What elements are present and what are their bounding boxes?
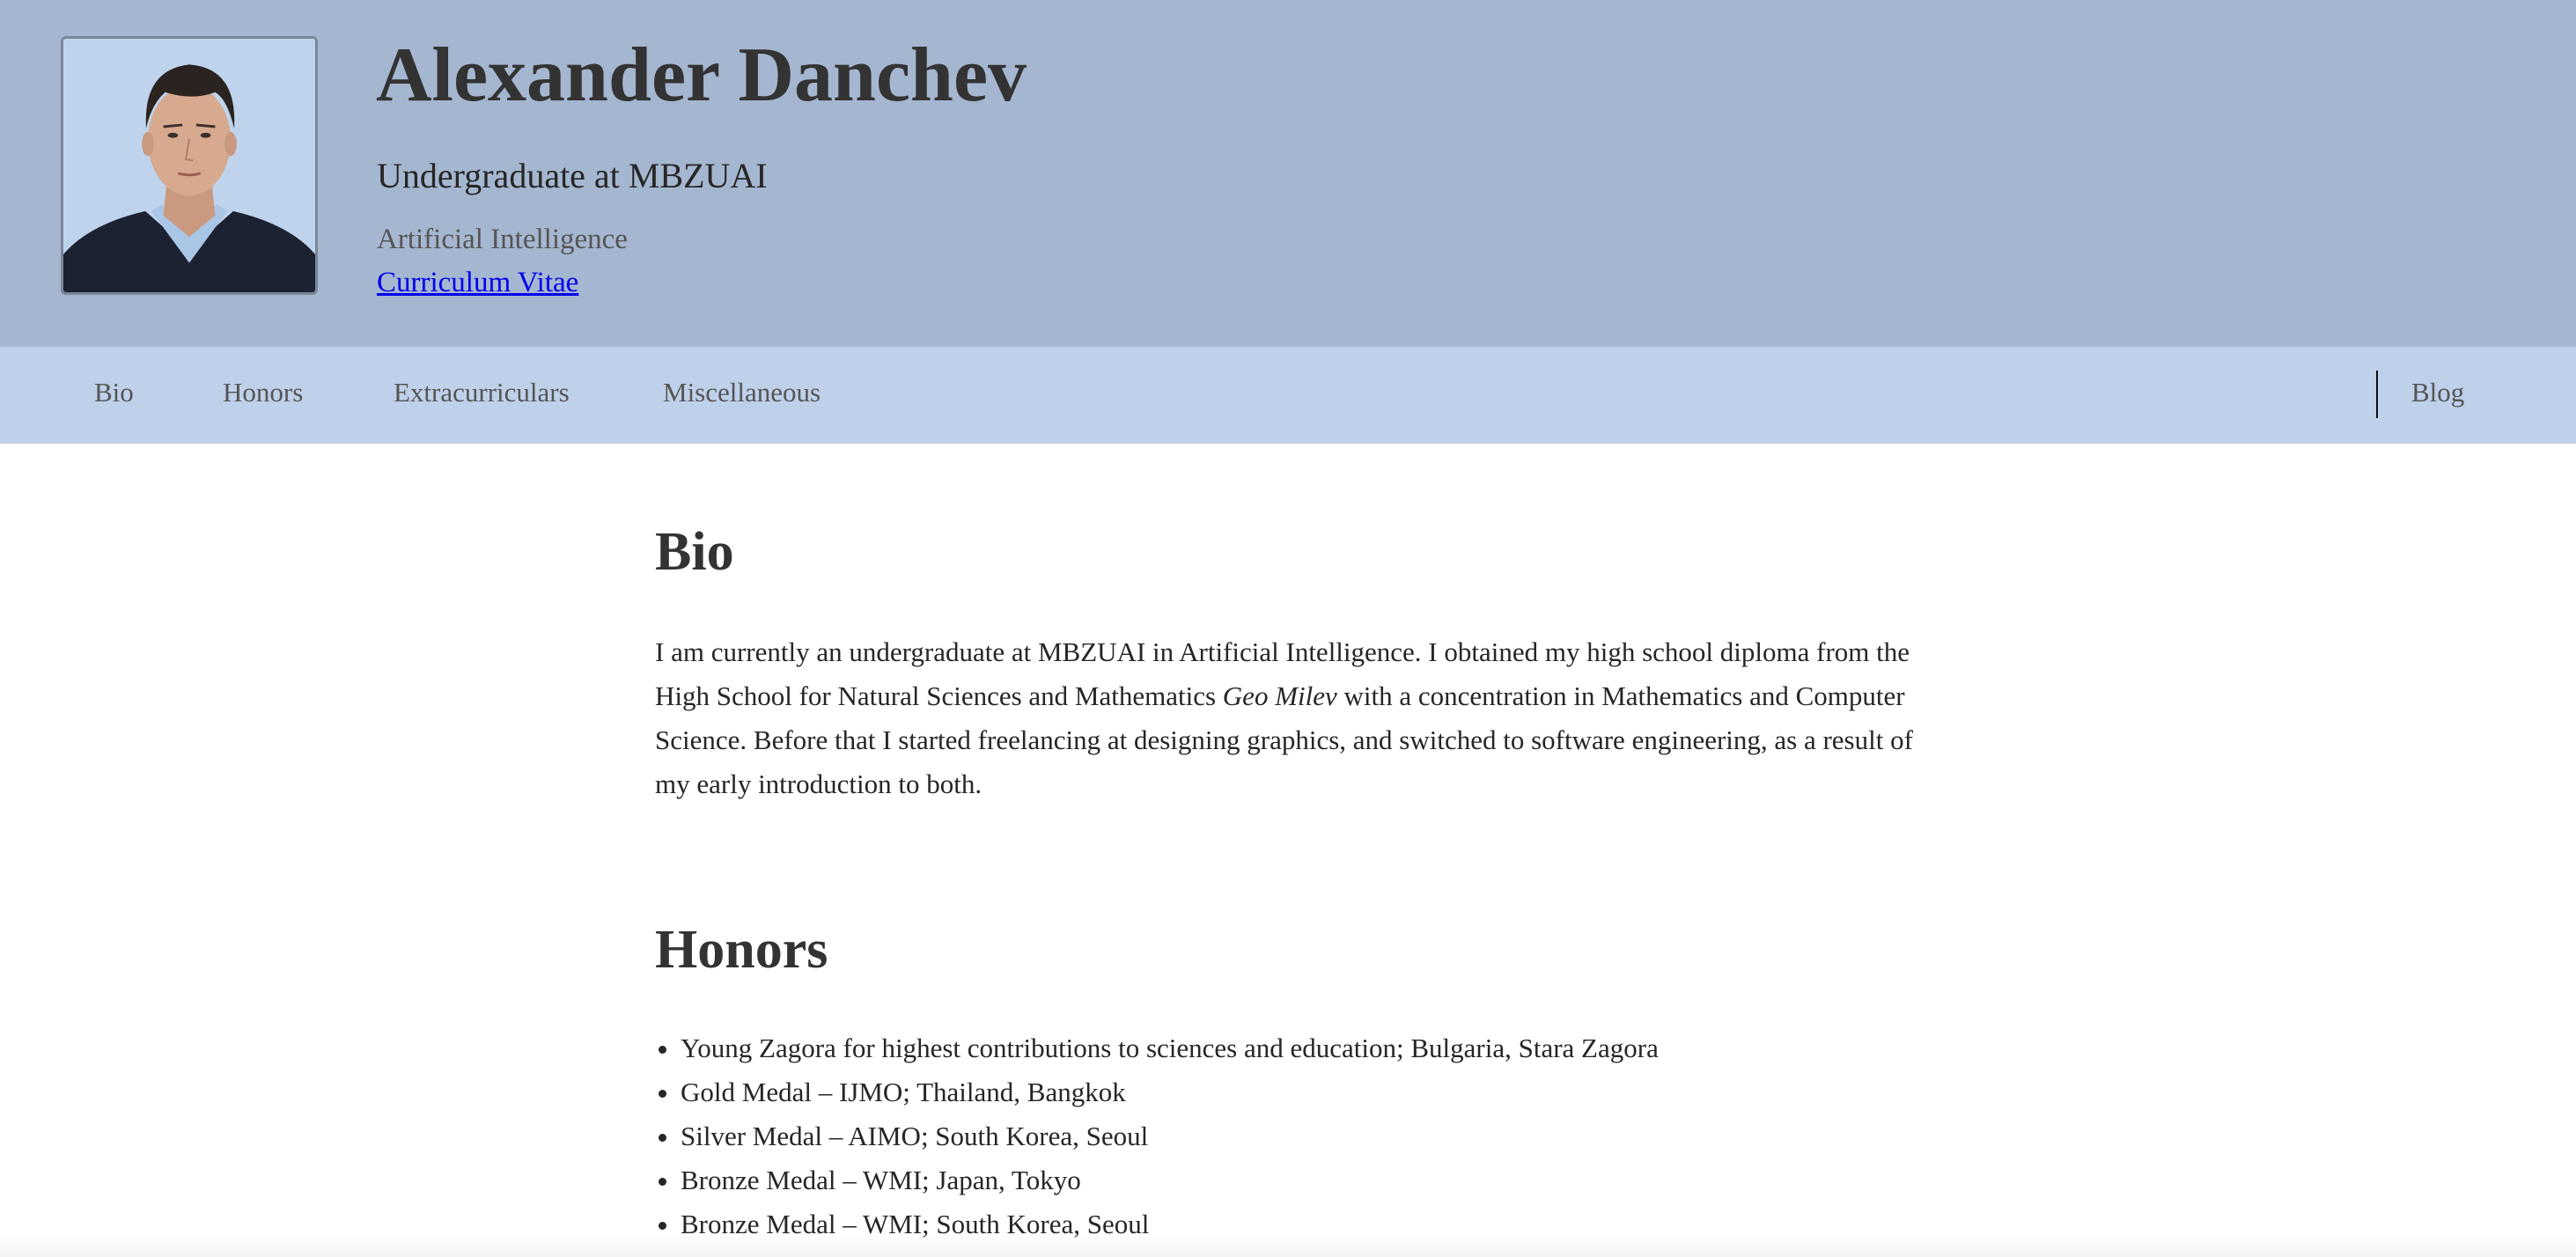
school-name: Geo Milev xyxy=(1222,680,1337,711)
list-item: Bronze Medal – WMI; Japan, Tokyo xyxy=(681,1158,1659,1202)
nav-item-bio[interactable]: Bio xyxy=(94,377,134,408)
bottom-fade xyxy=(0,1232,2576,1257)
nav-item-honors[interactable]: Honors xyxy=(223,377,303,408)
nav-divider xyxy=(2376,371,2378,418)
person-position: Undergraduate at MBZUAI xyxy=(377,156,768,195)
nav-item-extracurriculars[interactable]: Extracurriculars xyxy=(394,377,570,408)
list-item: Silver Medal – AIMO; South Korea, Seoul xyxy=(681,1114,1659,1158)
avatar xyxy=(61,36,318,295)
profile-photo xyxy=(63,39,315,292)
list-item: Gold Medal – IJMO; Thailand, Bangkok xyxy=(681,1070,1659,1114)
nav-item-miscellaneous[interactable]: Miscellaneous xyxy=(663,377,821,408)
cv-link[interactable]: Curriculum Vitae xyxy=(377,267,578,299)
nav-item-blog[interactable]: Blog xyxy=(2411,377,2464,408)
person-name: Alexander Danchev xyxy=(376,33,1027,118)
profile-header: Alexander Danchev Undergraduate at MBZUA… xyxy=(0,0,2576,347)
person-field: Artificial Intelligence xyxy=(377,224,628,255)
bio-heading: Bio xyxy=(655,522,734,582)
honors-heading: Honors xyxy=(655,920,828,980)
navigation-bar: Bio Honors Extracurriculars Miscellaneou… xyxy=(0,347,2576,444)
list-item: Young Zagora for highest contributions t… xyxy=(681,1026,1659,1070)
honors-list: Young Zagora for highest contributions t… xyxy=(655,1026,1659,1246)
bio-paragraph: I am currently an undergraduate at MBZUA… xyxy=(655,630,1923,806)
